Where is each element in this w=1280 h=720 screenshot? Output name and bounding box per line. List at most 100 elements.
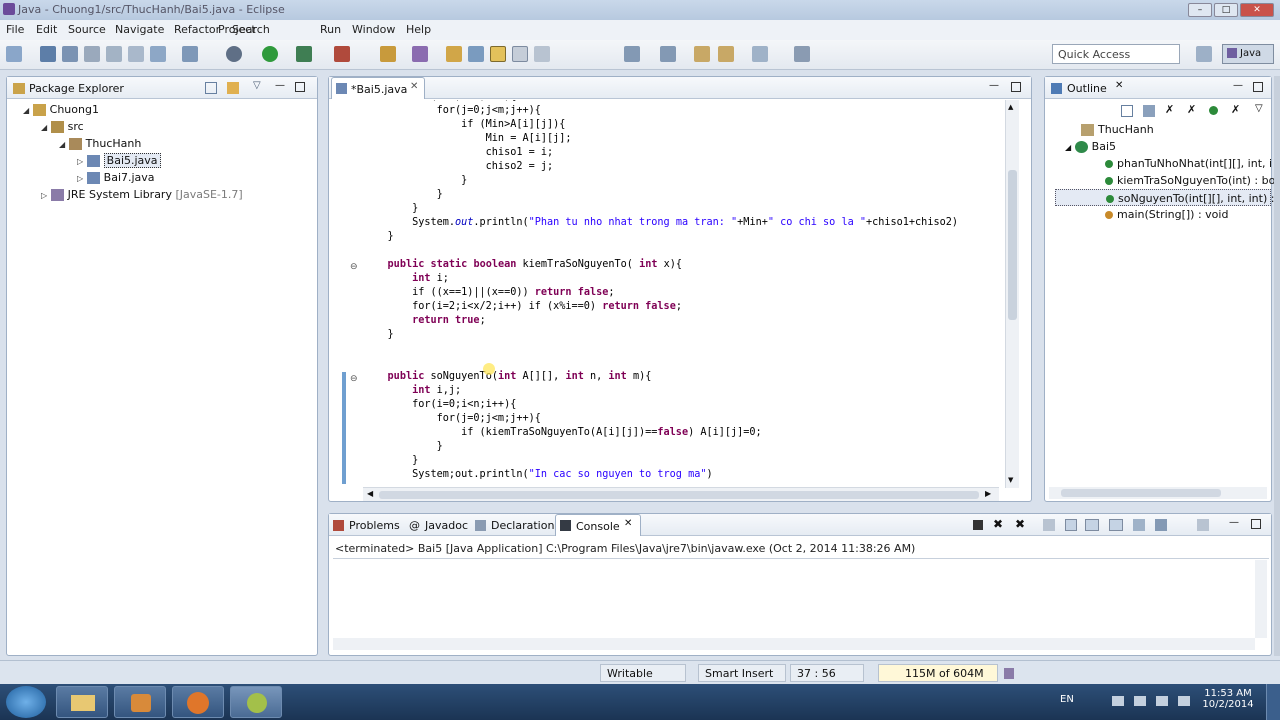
fold-icon[interactable]: ⊖: [350, 262, 358, 272]
clear-console-icon[interactable]: [1043, 519, 1055, 531]
language-indicator[interactable]: EN: [1060, 694, 1074, 705]
console-horizontal-scrollbar[interactable]: [333, 638, 1255, 650]
save-all-icon[interactable]: [62, 46, 78, 62]
minimize-editor-icon[interactable]: —: [989, 80, 999, 91]
collapse-arrow-icon[interactable]: ▷: [77, 174, 83, 183]
scroll-lock-icon[interactable]: [1065, 519, 1077, 531]
next-annotation-icon[interactable]: [624, 46, 640, 62]
menu-source[interactable]: Source: [68, 23, 106, 36]
maximize-view-icon[interactable]: [295, 82, 305, 92]
heap-status[interactable]: 115M of 604M: [878, 664, 998, 682]
save-icon[interactable]: [40, 46, 56, 62]
terminate-icon[interactable]: [973, 520, 983, 530]
tree-item-bai7[interactable]: ▷ Bai7.java: [15, 169, 315, 186]
show-desktop-button[interactable]: [1266, 684, 1280, 720]
pin-console-icon[interactable]: [1133, 519, 1145, 531]
package-explorer-tab[interactable]: Package Explorer: [29, 82, 124, 95]
hide-nonpublic-icon[interactable]: [1209, 106, 1218, 115]
quick-access-input[interactable]: Quick Access: [1052, 44, 1180, 64]
garbage-collect-icon[interactable]: [1004, 668, 1014, 679]
outline-item-method[interactable]: kiemTraSoNguyenTo(int) : bo: [1055, 172, 1275, 189]
collapse-arrow-icon[interactable]: ▷: [41, 191, 47, 200]
hide-local-types-icon[interactable]: ✗: [1231, 103, 1240, 116]
remove-all-icon[interactable]: ✖: [1015, 517, 1025, 531]
scroll-down-icon[interactable]: ▼: [1008, 476, 1013, 484]
taskbar-clock[interactable]: 11:53 AM 10/2/2014: [1198, 688, 1258, 710]
taskbar-item-media[interactable]: [114, 686, 166, 718]
print-icon[interactable]: [84, 46, 100, 62]
maximize-outline-icon[interactable]: [1253, 82, 1263, 92]
run-icon[interactable]: [262, 46, 278, 62]
last-edit-icon[interactable]: [694, 46, 710, 62]
editor-tab-bai5[interactable]: *Bai5.java ✕: [331, 77, 425, 99]
view-menu-icon[interactable]: ▽: [1255, 103, 1263, 114]
new-class-icon[interactable]: [182, 46, 198, 62]
prev-annotation-icon[interactable]: [660, 46, 676, 62]
back-icon[interactable]: [718, 46, 734, 62]
collapse-all-icon[interactable]: [205, 82, 217, 94]
open-console-icon[interactable]: [1197, 519, 1209, 531]
outline-item-package[interactable]: ThucHanh: [1055, 121, 1271, 138]
word-wrap-icon[interactable]: [1085, 519, 1099, 531]
hscroll-thumb[interactable]: [379, 491, 979, 499]
toggle-mark-icon[interactable]: [490, 46, 506, 62]
menu-edit[interactable]: Edit: [36, 23, 57, 36]
tab-declaration[interactable]: Declaration: [491, 519, 554, 532]
menu-navigate[interactable]: Navigate: [115, 23, 164, 36]
fold-icon[interactable]: ⊖: [350, 374, 358, 384]
outline-horizontal-scrollbar[interactable]: [1049, 487, 1267, 499]
show-whitespace-icon[interactable]: [512, 46, 528, 62]
open-type-icon[interactable]: [380, 46, 396, 62]
tab-console[interactable]: Console ✕: [555, 514, 641, 536]
close-tab-icon[interactable]: ✕: [624, 518, 632, 529]
block-selection-icon[interactable]: [534, 46, 550, 62]
annotation-icon[interactable]: [468, 46, 484, 62]
tree-item-package[interactable]: ◢ ThucHanh: [15, 135, 315, 152]
maximize-console-icon[interactable]: [1251, 519, 1261, 529]
search-icon[interactable]: [412, 46, 428, 62]
expand-arrow-icon[interactable]: ◢: [41, 123, 47, 132]
check-icon[interactable]: [150, 46, 166, 62]
tree-item-src[interactable]: ◢ src: [15, 118, 315, 135]
tree-item-jre[interactable]: ▷ JRE System Library [JavaSE-1.7]: [15, 186, 315, 203]
open-task-icon[interactable]: [446, 46, 462, 62]
minimize-button[interactable]: –: [1188, 3, 1212, 17]
new-icon[interactable]: [6, 46, 22, 62]
pin-editor-icon[interactable]: [794, 46, 810, 62]
maximize-button[interactable]: □: [1214, 3, 1238, 17]
build-icon[interactable]: [106, 46, 122, 62]
external-tools-icon[interactable]: [334, 46, 350, 62]
menu-file[interactable]: File: [6, 23, 24, 36]
link-editor-icon[interactable]: [227, 82, 239, 94]
minimize-outline-icon[interactable]: —: [1233, 80, 1243, 91]
tab-problems[interactable]: Problems: [349, 519, 400, 532]
forward-icon[interactable]: [752, 46, 768, 62]
outline-item-method[interactable]: phanTuNhoNhat(int[][], int, i: [1055, 155, 1272, 172]
taskbar-item-eclipse[interactable]: [230, 686, 282, 718]
collapse-arrow-icon[interactable]: ▷: [77, 157, 83, 166]
task-icon[interactable]: [128, 46, 144, 62]
menu-run[interactable]: Run: [320, 23, 341, 36]
tab-javadoc[interactable]: Javadoc: [425, 519, 468, 532]
close-tab-icon[interactable]: ✕: [410, 81, 418, 92]
hscroll-thumb[interactable]: [1061, 489, 1221, 497]
tree-item-bai5[interactable]: ▷ Bai5.java: [15, 152, 315, 169]
coverage-icon[interactable]: [296, 46, 312, 62]
minimize-view-icon[interactable]: —: [275, 80, 285, 91]
display-console-icon[interactable]: [1155, 519, 1167, 531]
outline-item-method-selected[interactable]: soNguyenTo(int[][], int, int) :: [1055, 189, 1274, 206]
hide-fields-icon[interactable]: ✗: [1165, 103, 1174, 116]
code-area[interactable]: for(i=0;i<n;i++){ for(j=0;j<m;j++){ if (…: [363, 100, 999, 488]
close-outline-icon[interactable]: ✕: [1115, 80, 1123, 91]
debug-icon[interactable]: [226, 46, 242, 62]
outline-item-method[interactable]: main(String[]) : void: [1055, 206, 1271, 223]
editor-horizontal-scrollbar[interactable]: ◀ ▶: [363, 487, 999, 501]
tree-item-project[interactable]: ◢ Chuong1: [15, 101, 315, 118]
network-icon[interactable]: [1134, 696, 1146, 706]
taskbar-item-explorer[interactable]: [56, 686, 108, 718]
close-button[interactable]: ✕: [1240, 3, 1274, 17]
scroll-up-icon[interactable]: ▲: [1008, 103, 1013, 111]
scroll-right-icon[interactable]: ▶: [985, 489, 991, 498]
console-vertical-scrollbar[interactable]: [1255, 560, 1267, 638]
menu-help[interactable]: Help: [406, 23, 431, 36]
